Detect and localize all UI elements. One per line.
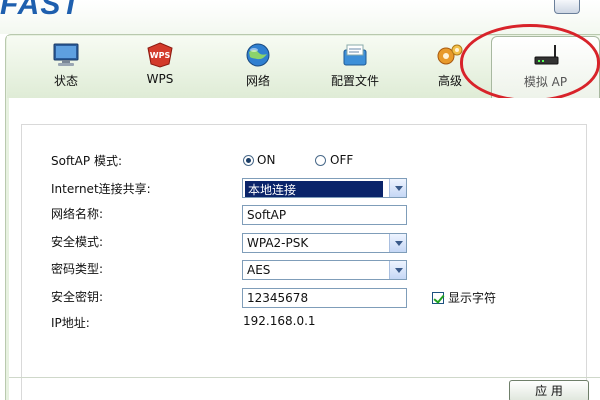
apply-button[interactable]: 应 用 <box>509 380 589 400</box>
network-name-input[interactable]: SoftAP <box>242 205 407 225</box>
internet-sharing-value: 本地连接 <box>245 181 383 197</box>
chevron-down-icon[interactable] <box>389 234 406 252</box>
tab-profile-label: 配置文件 <box>330 74 379 88</box>
chevron-down-icon[interactable] <box>389 179 406 197</box>
network-globe-icon <box>246 43 270 67</box>
svg-text:WPS: WPS <box>150 51 171 60</box>
minimize-button[interactable] <box>554 0 580 14</box>
wps-badge-icon: WPS <box>147 42 173 68</box>
chevron-down-icon[interactable] <box>389 261 406 279</box>
highlight-circle <box>460 24 600 102</box>
tab-status[interactable]: 状态 <box>41 36 91 98</box>
ip-address-value: 192.168.0.1 <box>243 314 316 328</box>
security-mode-select[interactable]: WPA2-PSK <box>242 233 407 253</box>
profile-folder-icon <box>343 44 367 66</box>
security-key-label: 安全密钥: <box>51 290 104 304</box>
network-name-label: 网络名称: <box>51 207 104 221</box>
security-mode-value: WPA2-PSK <box>247 236 309 250</box>
cipher-type-label: 密码类型: <box>51 262 104 276</box>
internet-sharing-select[interactable]: 本地连接 <box>242 178 407 198</box>
tab-network[interactable]: 网络 <box>233 36 283 98</box>
softap-on-label: ON <box>257 153 276 167</box>
tab-profile[interactable]: 配置文件 <box>319 36 391 98</box>
softap-off-label: OFF <box>330 153 354 167</box>
tab-status-label: 状态 <box>53 74 78 88</box>
internet-sharing-label: Internet连接共享: <box>51 182 151 196</box>
cipher-type-value: AES <box>247 263 271 277</box>
divider <box>9 377 600 378</box>
softap-on-radio[interactable] <box>243 155 254 166</box>
show-chars-checkbox[interactable] <box>432 292 444 304</box>
ip-address-label: IP地址: <box>51 316 90 330</box>
softap-mode-label: SoftAP 模式: <box>51 154 122 168</box>
softap-off-radio[interactable] <box>315 155 326 166</box>
tab-network-label: 网络 <box>245 74 270 88</box>
security-mode-label: 安全模式: <box>51 235 104 249</box>
brand-logo: FAST <box>0 0 81 21</box>
monitor-icon <box>53 43 79 66</box>
show-chars-label: 显示字符 <box>448 291 497 305</box>
tab-wps-label: WPS <box>146 72 174 86</box>
tab-wps[interactable]: WPS WPS <box>135 36 185 98</box>
security-key-input[interactable]: 12345678 <box>242 288 407 308</box>
cipher-type-select[interactable]: AES <box>242 260 407 280</box>
